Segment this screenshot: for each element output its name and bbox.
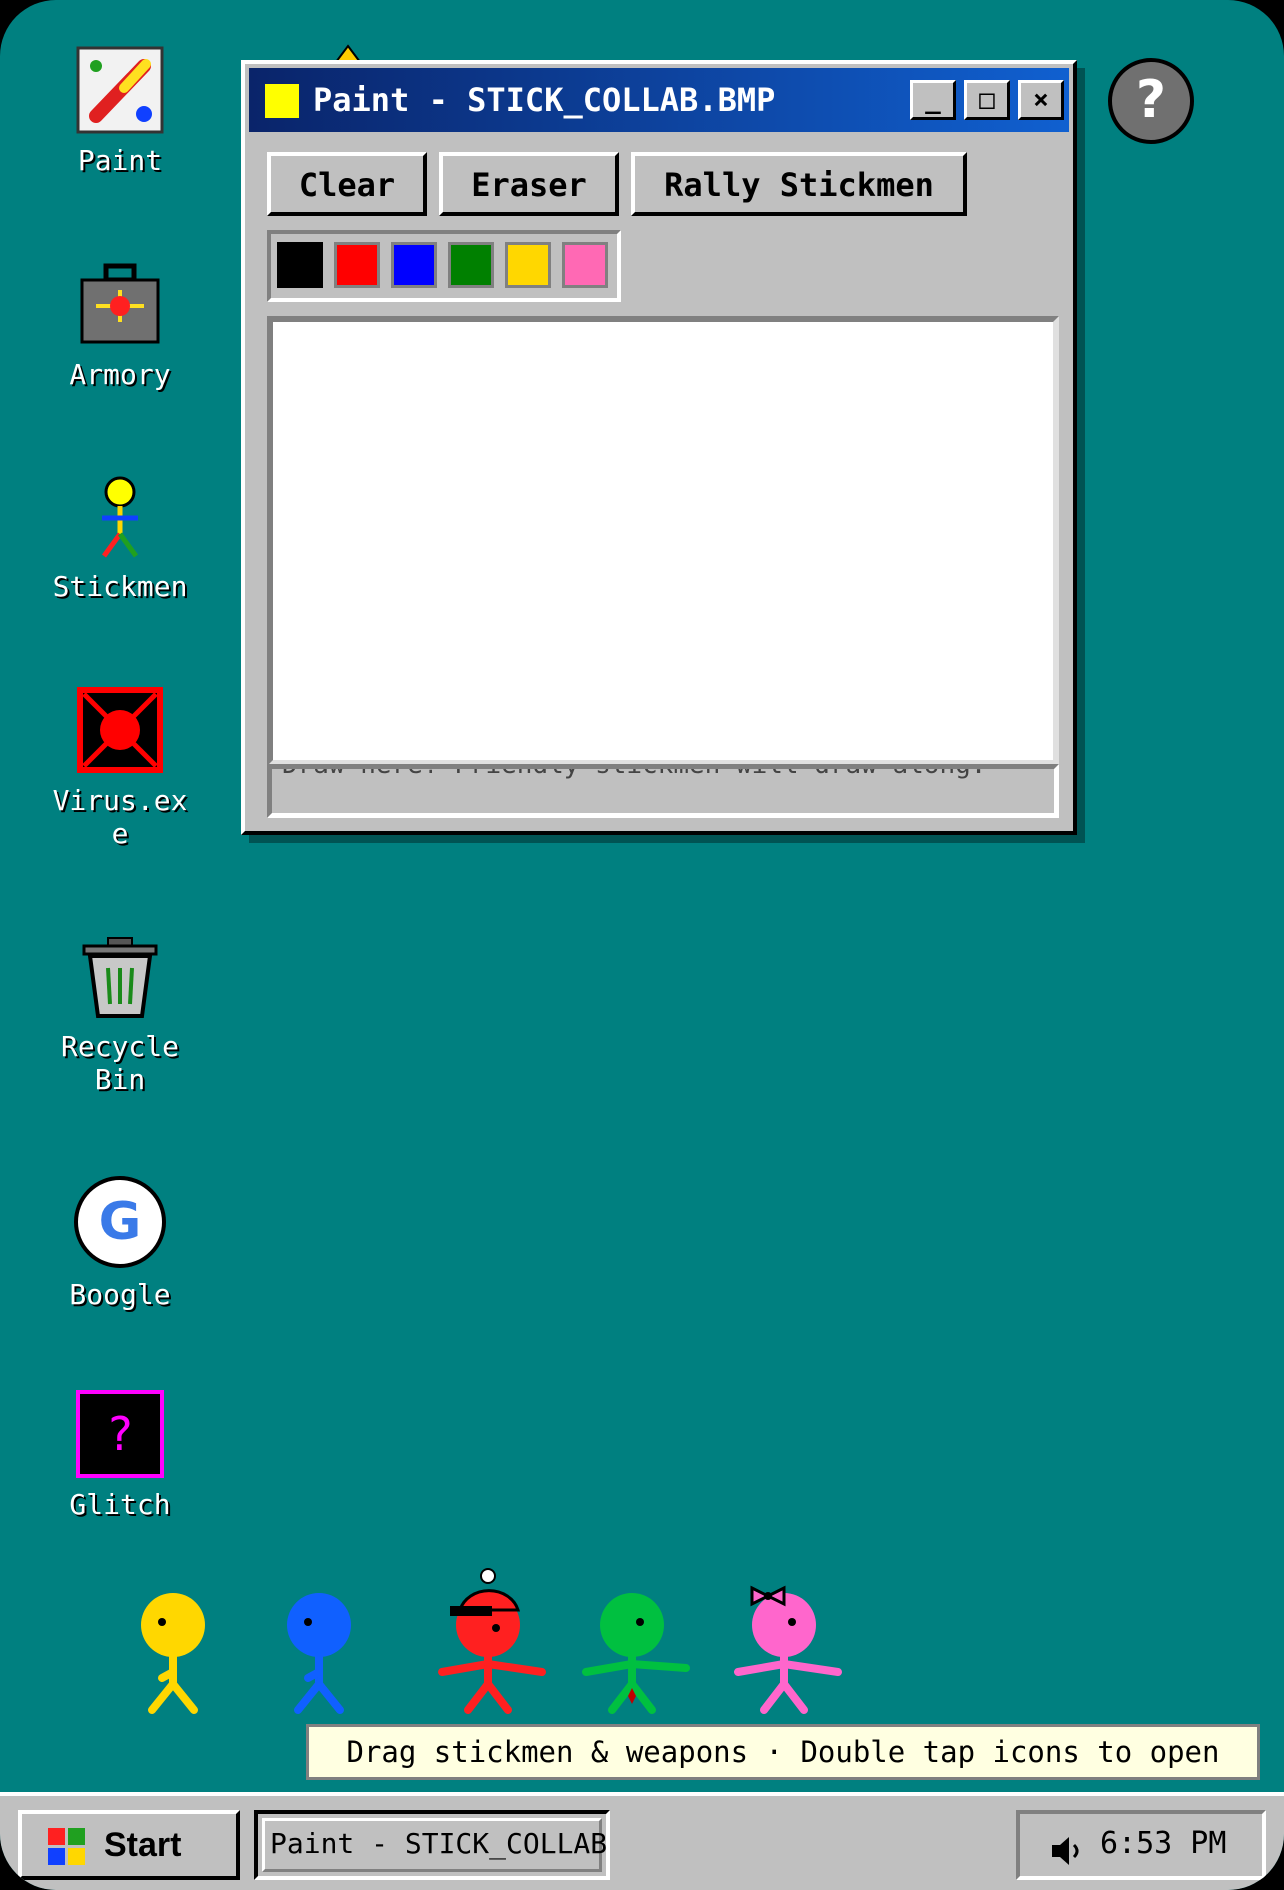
- color-swatch-blue[interactable]: [391, 242, 437, 288]
- title-bar[interactable]: Paint - STICK_COLLAB.BMP _ □ ×: [249, 68, 1069, 132]
- eraser-button[interactable]: Eraser: [439, 152, 619, 216]
- desktop-icon-boogle[interactable]: G Boogle: [15, 1176, 225, 1311]
- desktop-icon-label: Boogle: [69, 1278, 171, 1311]
- taskbar: Start Paint - STICK_COLLAB.BMP 6:53 PM: [0, 1792, 1284, 1890]
- status-bar: Draw here! Friendly stickmen will draw a…: [267, 764, 1059, 818]
- boogle-icon: G: [74, 1176, 166, 1268]
- hint-tooltip: Drag stickmen & weapons · Double tap ico…: [306, 1724, 1260, 1780]
- stickman-icon: [101, 476, 139, 558]
- paint-icon: [76, 46, 164, 134]
- speaker-icon[interactable]: [1050, 1834, 1084, 1868]
- desktop-icon-label: Glitch: [69, 1488, 171, 1521]
- paint-app-icon: [265, 84, 299, 118]
- color-swatch-yellow[interactable]: [505, 242, 551, 288]
- desktop-icon-label: Recycle Bin: [60, 1030, 179, 1096]
- glitch-icon: ?: [76, 1390, 164, 1478]
- desktop-icon-armory[interactable]: Armory: [15, 260, 225, 391]
- stickman-green[interactable]: [580, 1560, 692, 1716]
- color-swatch-green[interactable]: [448, 242, 494, 288]
- start-button[interactable]: Start: [18, 1810, 240, 1880]
- taskbar-item-paint[interactable]: Paint - STICK_COLLAB.BMP: [254, 1810, 610, 1880]
- color-swatch-pink[interactable]: [562, 242, 608, 288]
- taskbar-item-label: Paint - STICK_COLLAB.BMP: [270, 1827, 608, 1860]
- desktop-icon-recycle-bin[interactable]: Recycle Bin: [15, 932, 225, 1096]
- virus-icon: [77, 687, 163, 773]
- close-button[interactable]: ×: [1018, 80, 1064, 120]
- window-title: Paint - STICK_COLLAB.BMP: [313, 81, 776, 119]
- system-tray: 6:53 PM: [1016, 1810, 1266, 1880]
- desktop: Paint Armory Stickmen Virus.exe Recycle …: [0, 0, 1284, 1890]
- clear-button[interactable]: Clear: [267, 152, 427, 216]
- clock: 6:53 PM: [1100, 1826, 1227, 1861]
- trash-icon: [82, 937, 158, 1018]
- stickman-yellow[interactable]: [130, 1560, 220, 1716]
- desktop-icon-glitch[interactable]: ? Glitch: [15, 1390, 225, 1521]
- desktop-icon-paint[interactable]: Paint: [15, 46, 225, 177]
- desktop-icon-label: Armory: [69, 358, 171, 391]
- desktop-icon-label: Paint: [77, 144, 163, 177]
- minimize-button[interactable]: _: [910, 80, 956, 120]
- color-palette: [267, 230, 621, 302]
- stickman-blue[interactable]: [276, 1560, 366, 1716]
- help-button[interactable]: ?: [1108, 58, 1194, 144]
- start-label: Start: [104, 1826, 182, 1864]
- rally-stickmen-button[interactable]: Rally Stickmen: [631, 152, 967, 216]
- drawing-canvas[interactable]: [267, 316, 1059, 766]
- stickman-pink[interactable]: [732, 1560, 844, 1716]
- desktop-icon-label: Virus.exe: [52, 784, 188, 850]
- desktop-icon-label: Stickmen: [52, 570, 188, 603]
- toolbox-icon: [80, 263, 160, 344]
- maximize-button[interactable]: □: [964, 80, 1010, 120]
- paint-window[interactable]: Paint - STICK_COLLAB.BMP _ □ × Clear Era…: [241, 60, 1077, 835]
- windows-logo-icon: [48, 1828, 85, 1865]
- color-swatch-black[interactable]: [277, 242, 323, 288]
- status-text: Draw here! Friendly stickmen will draw a…: [282, 764, 987, 780]
- color-swatch-red[interactable]: [334, 242, 380, 288]
- stickman-red[interactable]: [436, 1560, 548, 1716]
- desktop-icon-stickmen[interactable]: Stickmen: [15, 472, 225, 603]
- desktop-icon-virus[interactable]: Virus.exe: [15, 686, 225, 850]
